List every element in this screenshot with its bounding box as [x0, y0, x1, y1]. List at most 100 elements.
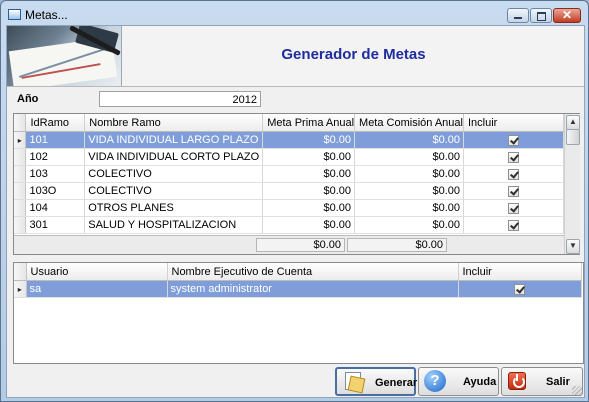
users-table: Usuario Nombre Ejecutivo de Cuenta Inclu… [14, 263, 582, 298]
scroll-thumb[interactable] [566, 129, 580, 145]
cell-usuario[interactable]: sa [26, 280, 168, 298]
table-row[interactable]: 102 VIDA INDIVIDUAL CORTO PLAZO $0.00 $0.00 [14, 148, 565, 166]
minimize-button[interactable] [507, 8, 529, 23]
goals-table: IdRamo Nombre Ramo Meta Prima Anual Meta… [14, 114, 565, 234]
totals-row: $0.00 $0.00 [14, 235, 564, 254]
cell-nombre-ramo[interactable]: SALUD Y HOSPITALIZACION [84, 216, 264, 234]
row-indicator-header [14, 263, 27, 281]
window-title: Metas... [25, 8, 68, 22]
window-icon [8, 9, 21, 20]
cell-meta-prima[interactable]: $0.00 [262, 148, 356, 166]
column-header-meta-comision[interactable]: Meta Comisión Anual [354, 114, 464, 132]
column-header-incluir[interactable]: Incluir [458, 263, 582, 281]
page-title: Generador de Metas [281, 46, 426, 63]
cell-nombre-ramo[interactable]: COLECTIVO [84, 182, 264, 200]
maximize-button[interactable] [530, 8, 552, 23]
cell-idramo[interactable]: 301 [25, 216, 86, 234]
table-row[interactable]: 103 COLECTIVO $0.00 $0.00 [14, 165, 565, 183]
cell-nombre-ejecutivo[interactable]: system administrator [167, 280, 459, 298]
goals-grid: IdRamo Nombre Ramo Meta Prima Anual Meta… [13, 113, 580, 255]
cell-meta-comision[interactable]: $0.00 [354, 165, 464, 183]
cell-incluir[interactable] [463, 182, 565, 200]
row-indicator[interactable] [14, 216, 27, 234]
row-indicator[interactable]: ▸ [14, 131, 27, 149]
maximize-icon [537, 12, 546, 21]
table-row[interactable]: 301 SALUD Y HOSPITALIZACION $0.00 $0.00 [14, 216, 565, 234]
header-panel: Generador de Metas [7, 26, 584, 87]
row-indicator[interactable] [14, 148, 27, 166]
help-button-label: Ayuda [463, 376, 497, 388]
year-input[interactable]: 2012 [99, 91, 261, 107]
cell-nombre-ramo[interactable]: VIDA INDIVIDUAL LARGO PLAZO [84, 131, 264, 149]
app-window: Metas... ✕ Generador de Metas Año 2012 I… [0, 0, 589, 402]
row-pointer-icon: ▸ [17, 136, 22, 145]
generate-button-label: Generar [375, 377, 418, 389]
cell-meta-comision[interactable]: $0.00 [354, 131, 464, 149]
cell-meta-prima[interactable]: $0.00 [262, 165, 356, 183]
include-checkbox[interactable] [507, 151, 519, 163]
include-checkbox[interactable] [507, 185, 519, 197]
cell-meta-prima[interactable]: $0.00 [262, 199, 356, 217]
cell-nombre-ramo[interactable]: COLECTIVO [84, 165, 264, 183]
column-header-incluir[interactable]: Incluir [463, 114, 565, 132]
cell-idramo[interactable]: 103O [25, 182, 86, 200]
generate-button[interactable]: Generar [335, 367, 418, 396]
table-row[interactable]: ▸ sa system administrator [14, 280, 582, 298]
table-row[interactable]: 104 OTROS PLANES $0.00 $0.00 [14, 199, 565, 217]
close-button[interactable]: ✕ [553, 8, 581, 23]
cell-incluir[interactable] [463, 165, 565, 183]
resize-grip-icon[interactable] [572, 386, 582, 396]
cell-nombre-ramo[interactable]: OTROS PLANES [84, 199, 264, 217]
cell-meta-prima[interactable]: $0.00 [262, 182, 356, 200]
cell-incluir[interactable] [463, 131, 565, 149]
cell-meta-comision[interactable]: $0.00 [354, 182, 464, 200]
cell-incluir[interactable] [458, 280, 582, 298]
cell-idramo[interactable]: 104 [25, 199, 86, 217]
column-header-nombre-ejecutivo[interactable]: Nombre Ejecutivo de Cuenta [167, 263, 459, 281]
row-indicator-header [14, 114, 27, 132]
row-indicator[interactable]: ▸ [14, 280, 27, 298]
cell-idramo[interactable]: 102 [25, 148, 86, 166]
generate-icon [343, 371, 366, 394]
help-icon: ? [424, 370, 446, 392]
cell-meta-comision[interactable]: $0.00 [354, 148, 464, 166]
finance-chart-logo-image [7, 26, 122, 86]
table-row[interactable]: 103O COLECTIVO $0.00 $0.00 [14, 182, 565, 200]
help-button[interactable]: ? Ayuda [418, 367, 499, 396]
cell-nombre-ramo[interactable]: VIDA INDIVIDUAL CORTO PLAZO [84, 148, 264, 166]
column-header-meta-prima[interactable]: Meta Prima Anual [262, 114, 356, 132]
cell-idramo[interactable]: 103 [25, 165, 86, 183]
cell-meta-prima[interactable]: $0.00 [262, 131, 356, 149]
close-icon: ✕ [561, 8, 573, 22]
cell-incluir[interactable] [463, 199, 565, 217]
goals-vertical-scrollbar[interactable]: ▲ ▼ [564, 114, 580, 254]
row-pointer-icon: ▸ [17, 285, 22, 294]
minimize-icon [514, 17, 522, 19]
cell-meta-prima[interactable]: $0.00 [262, 216, 356, 234]
include-checkbox[interactable] [514, 283, 525, 295]
column-header-idramo[interactable]: IdRamo [25, 114, 86, 132]
scroll-down-icon[interactable]: ▼ [566, 239, 580, 254]
power-icon [508, 372, 526, 390]
row-indicator[interactable] [14, 199, 27, 217]
total-prima: $0.00 [256, 238, 345, 252]
table-row[interactable]: ▸ 101 VIDA INDIVIDUAL LARGO PLAZO $0.00 $0.0… [14, 131, 565, 149]
users-grid: Usuario Nombre Ejecutivo de Cuenta Inclu… [13, 262, 584, 364]
year-label: Año [17, 93, 39, 105]
cell-meta-comision[interactable]: $0.00 [354, 199, 464, 217]
scroll-up-icon[interactable]: ▲ [566, 115, 580, 130]
cell-incluir[interactable] [463, 148, 565, 166]
include-checkbox[interactable] [507, 168, 519, 180]
column-header-usuario[interactable]: Usuario [26, 263, 168, 281]
include-checkbox[interactable] [507, 202, 519, 214]
cell-idramo[interactable]: 101 [25, 131, 86, 149]
column-header-nombre-ramo[interactable]: Nombre Ramo [84, 114, 264, 132]
include-checkbox[interactable] [507, 134, 519, 146]
total-comision: $0.00 [347, 238, 447, 252]
cell-meta-comision[interactable]: $0.00 [354, 216, 464, 234]
exit-button[interactable]: Salir [501, 367, 583, 396]
row-indicator[interactable] [14, 165, 27, 183]
cell-incluir[interactable] [463, 216, 565, 234]
include-checkbox[interactable] [507, 219, 519, 231]
row-indicator[interactable] [14, 182, 27, 200]
